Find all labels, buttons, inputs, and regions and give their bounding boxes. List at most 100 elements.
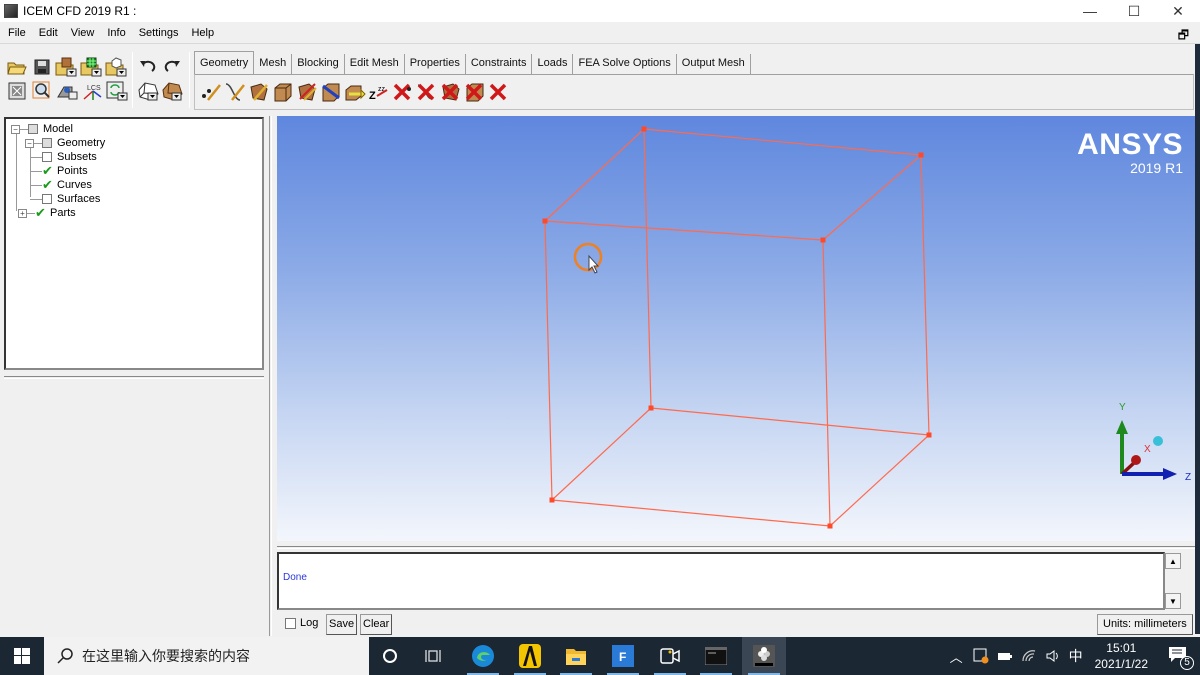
collapse-icon[interactable]: −	[25, 138, 34, 148]
tab-properties[interactable]: Properties	[405, 54, 466, 74]
save-project-icon[interactable]	[31, 56, 53, 78]
tab-output-mesh[interactable]: Output Mesh	[677, 54, 751, 74]
delete-curve-icon[interactable]	[416, 81, 438, 103]
open-project-icon[interactable]	[6, 56, 28, 78]
open-mesh-icon[interactable]	[80, 56, 102, 78]
expand-icon[interactable]: +	[18, 208, 27, 218]
local-coords-icon[interactable]: LCS	[81, 80, 103, 102]
geometry-point[interactable]	[542, 218, 548, 224]
close-button[interactable]: ✕	[1156, 0, 1200, 22]
restore-down-icon[interactable]: 🗗	[1173, 26, 1194, 47]
checked-checkbox-icon[interactable]: ✔	[42, 164, 53, 177]
battery-icon[interactable]	[997, 650, 1013, 662]
minimize-button[interactable]: —	[1068, 0, 1112, 22]
start-button[interactable]	[0, 637, 44, 675]
curve-edge[interactable]	[829, 434, 930, 527]
open-blocking-icon[interactable]	[105, 56, 127, 78]
tab-edit-mesh[interactable]: Edit Mesh	[345, 54, 405, 74]
units-button[interactable]: Units: millimeters	[1097, 614, 1193, 635]
wifi-icon[interactable]	[1021, 649, 1037, 663]
partial-checkbox-icon[interactable]	[28, 124, 38, 134]
ime-indicator[interactable]: 中	[1069, 646, 1083, 666]
create-point-icon[interactable]	[200, 81, 222, 103]
repair-geometry-icon[interactable]	[320, 81, 342, 103]
file-explorer-icon[interactable]	[554, 637, 598, 675]
wireframe-icon[interactable]	[137, 80, 159, 102]
menu-help[interactable]: Help	[186, 27, 219, 39]
curve-edge[interactable]	[822, 239, 831, 527]
clock[interactable]: 15:01 2021/1/22	[1095, 640, 1148, 672]
geometry-point[interactable]	[918, 152, 924, 158]
message-scrollbar[interactable]: ▲ ▼	[1165, 552, 1182, 610]
menu-edit[interactable]: Edit	[34, 27, 63, 39]
tab-loads[interactable]: Loads	[532, 54, 574, 74]
curve-edge[interactable]	[822, 154, 922, 241]
curve-edge[interactable]	[544, 128, 645, 222]
curve-edge[interactable]	[551, 407, 652, 501]
restore-entities-icon[interactable]: Zzz	[368, 81, 390, 103]
cortana-icon[interactable]	[368, 637, 412, 675]
geometry-point[interactable]	[820, 237, 826, 243]
tree-item-subsets[interactable]: Subsets	[30, 150, 97, 164]
menu-settings[interactable]: Settings	[134, 27, 184, 39]
menu-info[interactable]: Info	[102, 27, 130, 39]
curve-edge[interactable]	[643, 128, 922, 156]
curve-edge[interactable]	[551, 499, 831, 527]
icem-icon[interactable]	[742, 637, 786, 675]
create-curve-icon[interactable]	[224, 81, 246, 103]
tree-item-geometry[interactable]: − Geometry	[25, 136, 105, 150]
left-panel-splitter[interactable]	[4, 376, 264, 379]
tree-item-model[interactable]: − Model	[11, 122, 73, 136]
zoom-box-icon[interactable]	[31, 80, 53, 102]
tab-constraints[interactable]: Constraints	[466, 54, 533, 74]
create-body-icon[interactable]	[272, 81, 294, 103]
graphics-viewport[interactable]: ANSYS 2019 R1 Y X Z	[277, 116, 1195, 541]
tab-mesh[interactable]: Mesh	[254, 54, 293, 74]
refresh-icon[interactable]	[106, 80, 128, 102]
scroll-down-icon[interactable]: ▼	[1165, 593, 1181, 609]
curve-edge[interactable]	[920, 154, 930, 436]
maximize-button[interactable]: ☐	[1112, 0, 1156, 22]
checked-checkbox-icon[interactable]: ✔	[42, 178, 53, 191]
taskbar-search-box[interactable]: 在这里输入你要搜索的内容	[44, 637, 369, 675]
volume-icon[interactable]	[1045, 649, 1061, 663]
open-geometry-icon[interactable]	[55, 56, 77, 78]
message-window[interactable]: Done	[277, 552, 1165, 610]
fit-window-icon[interactable]	[6, 80, 28, 102]
tree-item-surfaces[interactable]: Surfaces	[30, 192, 100, 206]
tree-item-parts[interactable]: + ✔ Parts	[18, 206, 76, 220]
unchecked-checkbox-icon[interactable]	[42, 152, 52, 162]
delete-any-entity-icon[interactable]	[488, 81, 510, 103]
terminal-icon[interactable]	[694, 637, 738, 675]
log-checkbox[interactable]	[285, 618, 296, 629]
tree-item-curves[interactable]: ✔ Curves	[30, 178, 92, 192]
menu-view[interactable]: View	[66, 27, 100, 39]
checked-checkbox-icon[interactable]: ✔	[35, 206, 46, 219]
task-view-icon[interactable]	[412, 637, 456, 675]
app-a-icon[interactable]	[508, 637, 552, 675]
message-splitter[interactable]	[277, 546, 1195, 549]
delete-surface-icon[interactable]	[440, 81, 462, 103]
geometry-transform-icon[interactable]	[344, 81, 366, 103]
partial-checkbox-icon[interactable]	[42, 138, 52, 148]
geometry-point[interactable]	[827, 523, 833, 529]
tree-item-points[interactable]: ✔ Points	[30, 164, 88, 178]
scroll-up-icon[interactable]: ▲	[1165, 553, 1181, 569]
solid-icon[interactable]	[161, 80, 183, 102]
curve-edge[interactable]	[643, 128, 652, 409]
delete-point-icon[interactable]	[392, 81, 414, 103]
curve-edge[interactable]	[650, 407, 930, 436]
geometry-point[interactable]	[648, 405, 654, 411]
delete-body-icon[interactable]	[464, 81, 486, 103]
create-surface-icon[interactable]	[248, 81, 270, 103]
geometry-point[interactable]	[641, 126, 647, 132]
clear-button[interactable]: Clear	[360, 614, 393, 635]
create-faceted-icon[interactable]	[296, 81, 318, 103]
geometry-point[interactable]	[926, 432, 932, 438]
save-button[interactable]: Save	[326, 614, 358, 635]
measure-icon[interactable]	[56, 80, 78, 102]
notification-center[interactable]: 5	[1164, 641, 1194, 671]
tab-fea-solve-options[interactable]: FEA Solve Options	[573, 54, 677, 74]
vertical-splitter[interactable]	[269, 116, 272, 636]
unchecked-checkbox-icon[interactable]	[42, 194, 52, 204]
